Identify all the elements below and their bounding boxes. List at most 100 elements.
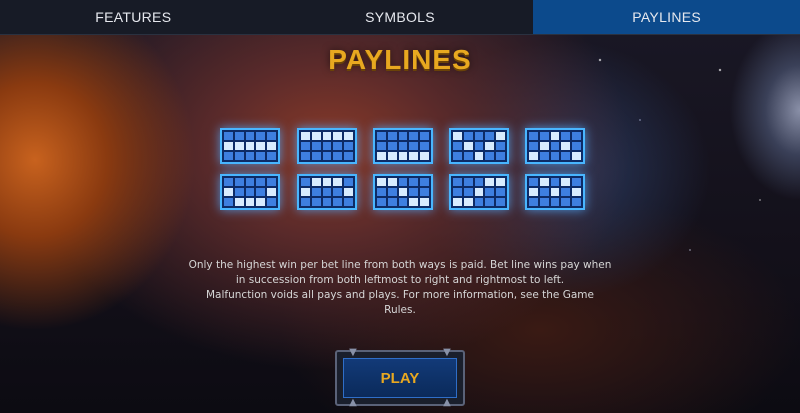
frame-bolt-icon: ▼ bbox=[349, 347, 357, 358]
payline-cell bbox=[561, 178, 571, 186]
payline-cell bbox=[256, 178, 266, 186]
payline-cell bbox=[333, 198, 343, 206]
payline-cell bbox=[539, 178, 549, 186]
paylines-grid bbox=[220, 128, 586, 214]
payline-cell bbox=[245, 132, 255, 140]
payline-cell bbox=[301, 198, 310, 206]
play-button[interactable]: PLAY bbox=[343, 358, 457, 398]
payline-4-pattern bbox=[449, 128, 509, 164]
payline-cell bbox=[409, 188, 419, 196]
payline-cell bbox=[529, 188, 538, 196]
payline-cell bbox=[311, 142, 321, 150]
payline-cell bbox=[387, 198, 397, 206]
payline-cell bbox=[398, 132, 408, 140]
payline-cell bbox=[539, 132, 549, 140]
payline-cell bbox=[344, 178, 353, 186]
payline-cell bbox=[550, 132, 560, 140]
payline-cell bbox=[322, 152, 332, 160]
tab-paylines[interactable]: PAYLINES bbox=[533, 0, 800, 34]
payline-cell bbox=[409, 152, 419, 160]
payline-cell bbox=[539, 188, 549, 196]
payline-cell bbox=[572, 152, 581, 160]
payline-cell bbox=[267, 132, 276, 140]
payline-cell bbox=[485, 142, 495, 150]
payline-cell bbox=[474, 132, 484, 140]
payline-cell bbox=[344, 142, 353, 150]
payline-cell bbox=[322, 132, 332, 140]
payline-cell bbox=[398, 178, 408, 186]
payline-cell bbox=[529, 132, 538, 140]
payline-cell bbox=[344, 132, 353, 140]
payline-cell bbox=[377, 152, 386, 160]
payline-cell bbox=[485, 152, 495, 160]
payline-cell bbox=[572, 132, 581, 140]
frame-bolt-icon: ▲ bbox=[349, 397, 357, 408]
payline-cell bbox=[333, 152, 343, 160]
payline-cell bbox=[561, 142, 571, 150]
payline-cell bbox=[234, 188, 244, 196]
payline-cell bbox=[256, 198, 266, 206]
payline-cell bbox=[572, 188, 581, 196]
payline-cell bbox=[561, 152, 571, 160]
payline-cell bbox=[409, 198, 419, 206]
payline-cell bbox=[463, 132, 473, 140]
payline-cell bbox=[474, 178, 484, 186]
payline-cell bbox=[224, 142, 233, 150]
tab-symbols[interactable]: SYMBOLS bbox=[267, 0, 534, 34]
payline-cell bbox=[245, 188, 255, 196]
payline-cell bbox=[234, 132, 244, 140]
payline-cell bbox=[256, 152, 266, 160]
payline-cell bbox=[387, 152, 397, 160]
payline-6-pattern bbox=[220, 174, 280, 210]
payline-cell bbox=[333, 178, 343, 186]
payline-cell bbox=[529, 178, 538, 186]
payline-cell bbox=[550, 198, 560, 206]
payline-cell bbox=[463, 142, 473, 150]
payline-cell bbox=[485, 198, 495, 206]
payline-1-pattern bbox=[220, 128, 280, 164]
payline-cell bbox=[267, 198, 276, 206]
payline-cell bbox=[224, 178, 233, 186]
payline-cell bbox=[463, 152, 473, 160]
payline-2-pattern bbox=[297, 128, 357, 164]
payline-cell bbox=[387, 142, 397, 150]
payline-cell bbox=[453, 188, 462, 196]
payline-cell bbox=[539, 152, 549, 160]
payline-cell bbox=[234, 152, 244, 160]
payline-cell bbox=[420, 188, 429, 196]
rules-text: Only the highest win per bet line from b… bbox=[150, 258, 650, 318]
payline-cell bbox=[311, 178, 321, 186]
payline-cell bbox=[301, 178, 310, 186]
payline-cell bbox=[234, 178, 244, 186]
payline-cell bbox=[529, 142, 538, 150]
payline-cell bbox=[224, 198, 233, 206]
paytable-tabs: FEATURES SYMBOLS PAYLINES bbox=[0, 0, 800, 35]
tab-features[interactable]: FEATURES bbox=[0, 0, 267, 34]
payline-cell bbox=[245, 142, 255, 150]
payline-cell bbox=[561, 132, 571, 140]
payline-cell bbox=[322, 198, 332, 206]
payline-cell bbox=[333, 142, 343, 150]
payline-cell bbox=[256, 188, 266, 196]
payline-cell bbox=[474, 198, 484, 206]
payline-cell bbox=[301, 188, 310, 196]
payline-cell bbox=[463, 178, 473, 186]
payline-5-pattern bbox=[525, 128, 585, 164]
payline-cell bbox=[561, 198, 571, 206]
payline-cell bbox=[267, 178, 276, 186]
payline-8-pattern bbox=[373, 174, 433, 210]
payline-9-pattern bbox=[449, 174, 509, 210]
payline-cell bbox=[453, 152, 462, 160]
payline-cell bbox=[377, 142, 386, 150]
payline-cell bbox=[333, 132, 343, 140]
rules-line-2: in succession from both leftmost to righ… bbox=[235, 274, 565, 286]
payline-cell bbox=[344, 188, 353, 196]
payline-cell bbox=[529, 198, 538, 206]
payline-cell bbox=[496, 142, 505, 150]
payline-cell bbox=[377, 178, 386, 186]
payline-cell bbox=[234, 142, 244, 150]
payline-cell bbox=[322, 178, 332, 186]
payline-cell bbox=[572, 178, 581, 186]
payline-cell bbox=[377, 132, 386, 140]
payline-cell bbox=[550, 152, 560, 160]
